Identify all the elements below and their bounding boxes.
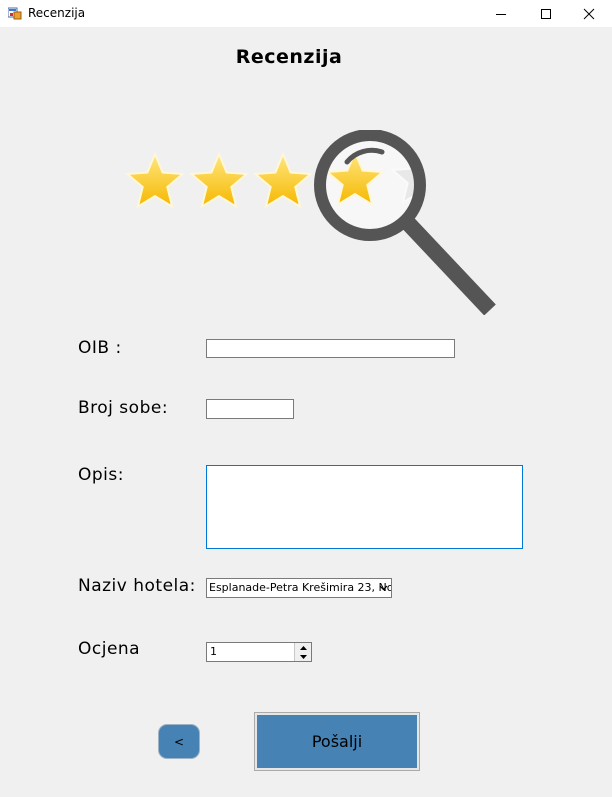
description-textarea[interactable]	[206, 465, 523, 549]
oib-label: OIB :	[78, 338, 122, 358]
window-title: Recenzija	[28, 6, 86, 20]
room-number-input[interactable]	[206, 399, 294, 419]
hotel-name-label: Naziv hotela:	[78, 576, 196, 596]
window-titlebar: Recenzija	[0, 0, 612, 27]
room-number-label: Broj sobe:	[78, 398, 169, 418]
minimize-icon	[496, 13, 506, 15]
oib-input[interactable]	[206, 339, 455, 358]
send-button[interactable]: Pošalji	[254, 712, 420, 771]
rating-value: 1	[210, 645, 217, 658]
maximize-button[interactable]	[523, 0, 569, 27]
close-button[interactable]	[566, 0, 612, 27]
app-icon	[8, 7, 22, 20]
minimize-button[interactable]	[478, 0, 524, 27]
back-button[interactable]: <	[158, 724, 200, 759]
star-icon	[124, 151, 186, 209]
stars-magnifier-review-icon	[124, 130, 496, 315]
stepper-down-button[interactable]	[295, 652, 311, 661]
star-icon	[188, 151, 250, 209]
maximize-icon	[541, 8, 551, 19]
rating-stepper[interactable]: 1	[206, 642, 312, 662]
triangle-down-icon	[299, 654, 307, 659]
page-title: Recenzija	[235, 46, 343, 68]
description-label: Opis:	[78, 465, 124, 485]
close-icon	[583, 8, 595, 19]
chevron-down-icon	[379, 585, 388, 591]
stepper-buttons	[294, 643, 311, 661]
triangle-up-icon	[299, 645, 307, 650]
hotel-select[interactable]: Esplanade-Petra Krešimira 23, Nov	[206, 578, 392, 598]
rating-label: Ocjena	[78, 639, 141, 659]
star-icon	[252, 151, 314, 209]
hotel-select-value: Esplanade-Petra Krešimira 23, Nov	[209, 581, 392, 594]
